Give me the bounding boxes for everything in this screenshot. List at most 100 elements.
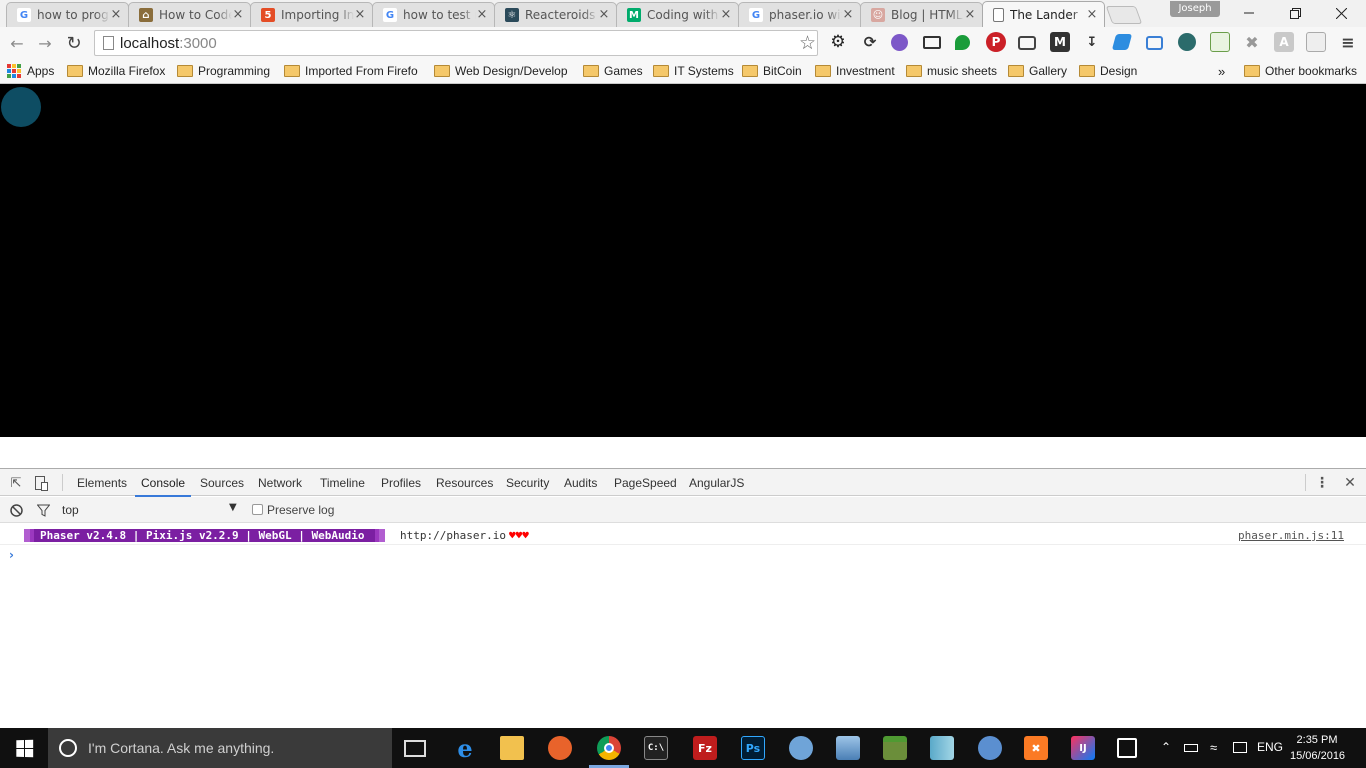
bookmark-folder[interactable]: Gallery xyxy=(1008,63,1067,79)
bookmark-folder[interactable]: Web Design/Develop xyxy=(434,63,568,79)
clear-console-icon[interactable] xyxy=(8,502,24,518)
intellij-icon[interactable]: IJ xyxy=(1071,736,1095,760)
close-tab-icon[interactable]: × xyxy=(476,8,488,21)
language-indicator[interactable]: ENG xyxy=(1257,740,1283,754)
globe-extension-icon[interactable] xyxy=(1178,33,1196,51)
devtools-tab[interactable]: Network xyxy=(258,476,302,490)
close-tab-icon[interactable]: × xyxy=(964,8,976,21)
chrome-icon[interactable] xyxy=(597,736,621,760)
bookmark-folder[interactable]: Programming xyxy=(177,63,270,79)
a-extension-icon[interactable]: A xyxy=(1274,32,1294,52)
close-tab-icon[interactable]: × xyxy=(354,8,366,21)
minecraft-icon[interactable] xyxy=(883,736,907,760)
wifi-icon[interactable]: ≈ xyxy=(1210,740,1217,755)
address-bar[interactable]: localhost:3000 ☆ xyxy=(94,30,818,56)
device-mode-icon[interactable] xyxy=(34,475,50,491)
more-options-icon[interactable]: ⋮ xyxy=(1314,475,1330,491)
panel-extension-icon[interactable] xyxy=(1306,32,1326,52)
store-icon[interactable] xyxy=(1117,738,1137,758)
console-prompt[interactable]: › xyxy=(9,548,14,562)
bookmark-folder[interactable]: BitCoin xyxy=(742,63,802,79)
cast-icon[interactable] xyxy=(1018,36,1036,50)
source-link[interactable]: phaser.min.js:11 xyxy=(1238,529,1344,542)
settings-gear-icon[interactable]: ⚙ xyxy=(828,32,848,52)
sync-extension-icon[interactable]: ⟳ xyxy=(860,32,880,52)
buildings-app-icon[interactable] xyxy=(930,736,954,760)
bookmark-folder[interactable]: Investment xyxy=(815,63,895,79)
browser-tab[interactable]: Ghow to prog × xyxy=(6,2,129,27)
devtools-tab[interactable]: AngularJS xyxy=(689,476,744,490)
devtools-tab[interactable]: PageSpeed xyxy=(614,476,677,490)
clock[interactable]: 2:35 PM 15/06/2016 xyxy=(1290,732,1345,764)
bookmark-folder[interactable]: music sheets xyxy=(906,63,997,79)
browser-tab[interactable]: ⚛ Reacteroids × xyxy=(494,2,617,27)
network-app-icon[interactable] xyxy=(789,736,813,760)
window-extension-icon[interactable] xyxy=(923,36,941,49)
menu-icon[interactable]: ≡ xyxy=(1338,32,1358,52)
medium-extension-icon[interactable]: M xyxy=(1050,32,1070,52)
back-button[interactable]: ← xyxy=(6,32,28,54)
pinterest-icon[interactable]: P xyxy=(986,32,1006,52)
bookmark-folder[interactable]: Mozilla Firefox xyxy=(67,63,165,79)
firefox-icon[interactable] xyxy=(548,736,572,760)
bookmark-folder[interactable]: Imported From Firefo xyxy=(284,63,418,79)
devtools-tab[interactable]: Timeline xyxy=(320,476,365,490)
devtools-tab[interactable]: Profiles xyxy=(381,476,421,490)
blue-extension-icon[interactable] xyxy=(1111,34,1133,50)
terminal-icon[interactable]: C:\ xyxy=(644,736,668,760)
evernote-extension-icon[interactable] xyxy=(955,35,970,50)
tools-extension-icon[interactable]: ✖ xyxy=(1242,32,1262,52)
chevron-up-icon[interactable]: ⌃ xyxy=(1161,740,1171,754)
preserve-log-checkbox[interactable] xyxy=(252,504,263,515)
start-button[interactable] xyxy=(0,728,48,768)
wizard-extension-icon[interactable] xyxy=(891,34,908,51)
reload-button[interactable]: ↻ xyxy=(63,32,85,54)
devtools-tab[interactable]: Elements xyxy=(77,476,127,490)
xampp-icon[interactable]: ✖ xyxy=(1024,736,1048,760)
mail-app-icon[interactable] xyxy=(978,736,1002,760)
sheet-extension-icon[interactable] xyxy=(1210,32,1230,52)
browser-tab[interactable]: M Coding with × xyxy=(616,2,739,27)
profile-button[interactable]: Joseph xyxy=(1170,1,1220,17)
browser-tab[interactable]: ⌂ How to Code × xyxy=(128,2,251,27)
browser-tab[interactable]: Gphaser.io wit × xyxy=(738,2,861,27)
close-window-button[interactable] xyxy=(1318,0,1364,26)
browser-tab[interactable]: Ghow to test r × xyxy=(372,2,495,27)
devtools-tab[interactable]: Resources xyxy=(436,476,493,490)
context-selector[interactable]: top xyxy=(62,503,79,517)
minimize-button[interactable] xyxy=(1226,0,1272,26)
filter-icon[interactable] xyxy=(35,502,51,518)
forward-button[interactable]: → xyxy=(34,32,56,54)
file-explorer-icon[interactable] xyxy=(500,736,524,760)
close-devtools-icon[interactable]: ✕ xyxy=(1342,475,1358,491)
close-tab-icon[interactable]: × xyxy=(720,8,732,21)
filezilla-icon[interactable]: Fz xyxy=(693,736,717,760)
devtools-tab[interactable]: Security xyxy=(506,476,549,490)
close-tab-icon[interactable]: × xyxy=(110,8,122,21)
bookmark-folder[interactable]: Design xyxy=(1079,63,1137,79)
devtools-tab[interactable]: Console xyxy=(134,476,192,497)
bookmark-star-icon[interactable]: ☆ xyxy=(799,32,816,54)
bookmarks-overflow-button[interactable]: » xyxy=(1218,63,1225,79)
other-bookmarks[interactable]: Other bookmarks xyxy=(1244,63,1357,79)
inspect-element-icon[interactable]: ⇱ xyxy=(8,475,24,491)
close-tab-icon[interactable]: × xyxy=(1086,8,1098,21)
devtools-tab[interactable]: Audits xyxy=(564,476,597,490)
bookmark-folder[interactable]: Games xyxy=(583,63,643,79)
devtools-tab[interactable]: Sources xyxy=(200,476,244,490)
close-tab-icon[interactable]: × xyxy=(598,8,610,21)
task-view-icon[interactable] xyxy=(404,740,426,757)
apps-bookmark[interactable]: Apps xyxy=(7,63,54,79)
browser-tab[interactable]: 5 Importing In × xyxy=(250,2,373,27)
battery-icon[interactable] xyxy=(1184,744,1198,752)
edge-icon[interactable]: e xyxy=(453,734,477,763)
chevron-down-icon[interactable]: ▼ xyxy=(229,502,237,513)
notifications-icon[interactable] xyxy=(1233,742,1247,753)
photoshop-icon[interactable]: Ps xyxy=(741,736,765,760)
restore-button[interactable] xyxy=(1272,0,1318,26)
close-tab-icon[interactable]: × xyxy=(842,8,854,21)
download-extension-icon[interactable]: ↧ xyxy=(1082,32,1102,52)
bookmark-folder[interactable]: IT Systems xyxy=(653,63,734,79)
cortana-search-box[interactable]: I'm Cortana. Ask me anything. xyxy=(48,728,392,768)
game-canvas[interactable] xyxy=(0,85,1366,437)
